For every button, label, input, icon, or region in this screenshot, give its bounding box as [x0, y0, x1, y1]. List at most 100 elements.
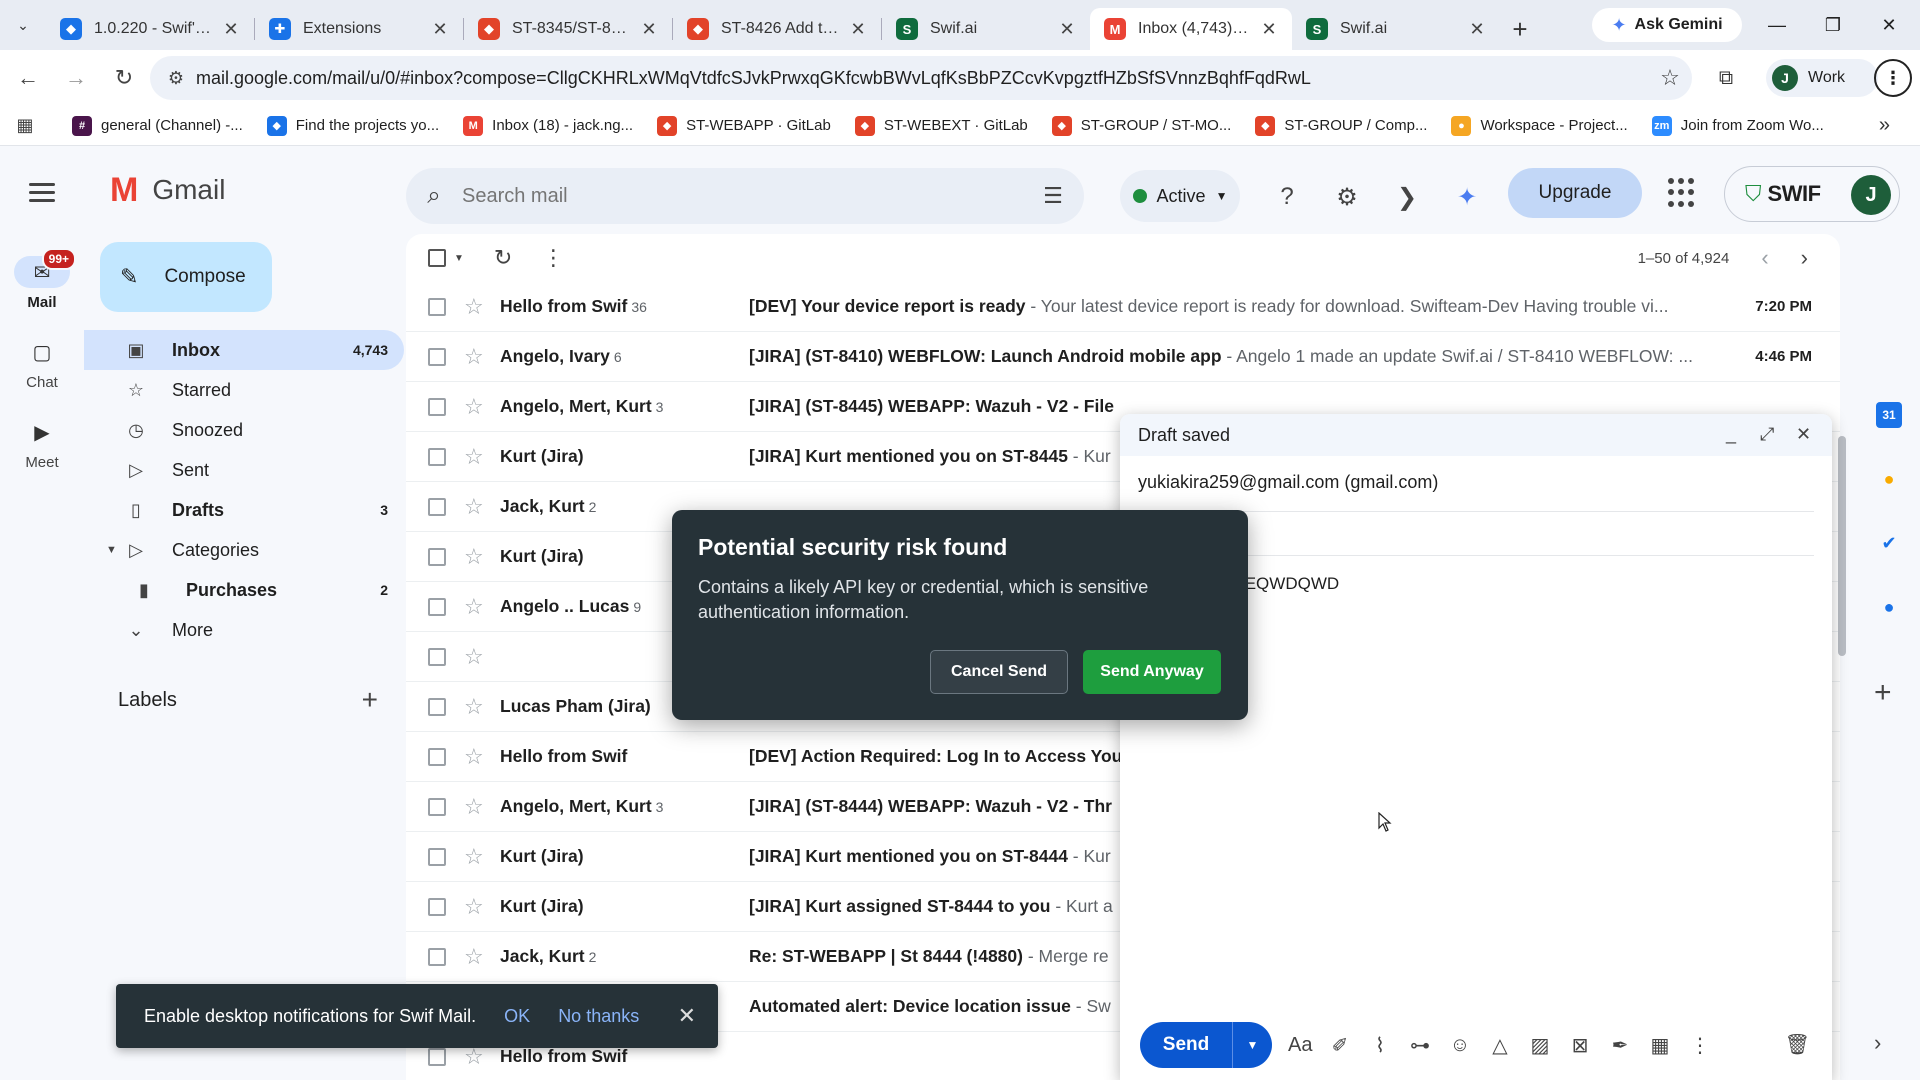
- chrome-menu-kebab-icon[interactable]: ⋮: [1874, 59, 1912, 97]
- bookmark-item[interactable]: ◆ ST-GROUP / Comp...: [1255, 115, 1427, 136]
- compose-to-field[interactable]: yukiakira259@gmail.com (gmail.com): [1138, 472, 1814, 512]
- cancel-send-button[interactable]: Cancel Send: [930, 650, 1068, 694]
- snackbar-ok-button[interactable]: OK: [504, 1006, 530, 1027]
- row-checkbox[interactable]: [428, 847, 446, 866]
- fullscreen-compose-icon[interactable]: ⤢: [1760, 424, 1774, 445]
- nav-item-categories[interactable]: ▼ ▷ Categories: [84, 530, 404, 570]
- keep-lightbulb-icon[interactable]: ●: [1876, 466, 1902, 492]
- star-outline-icon[interactable]: ☆: [464, 544, 488, 570]
- minimize-compose-icon[interactable]: _: [1726, 424, 1736, 445]
- star-outline-icon[interactable]: ☆: [464, 844, 488, 870]
- star-outline-icon[interactable]: ☆: [464, 594, 488, 620]
- more-options-kebab-icon[interactable]: ⋮: [542, 245, 564, 271]
- insert-link-icon[interactable]: ⊶: [1408, 1033, 1432, 1058]
- row-checkbox[interactable]: [428, 697, 446, 716]
- table-row[interactable]: ☆ Hello from Swif 36 [DEV] Your device repo…: [406, 282, 1840, 332]
- compose-button[interactable]: ✎ Compose: [100, 242, 272, 312]
- row-checkbox[interactable]: [428, 747, 446, 766]
- row-checkbox[interactable]: [428, 1047, 446, 1066]
- close-tab-icon[interactable]: ✕: [222, 19, 240, 40]
- bookmark-star-icon[interactable]: ☆: [1648, 65, 1692, 91]
- star-outline-icon[interactable]: ☆: [464, 794, 488, 820]
- upgrade-button[interactable]: Upgrade: [1508, 168, 1642, 218]
- nav-item-purchases[interactable]: ▮ Purchases 2: [84, 570, 404, 610]
- refresh-icon[interactable]: ↻: [494, 245, 512, 271]
- star-outline-icon[interactable]: ☆: [464, 644, 488, 670]
- nav-item-snoozed[interactable]: ◷ Snoozed: [84, 410, 404, 450]
- select-chevron-down-icon[interactable]: ▼: [454, 253, 464, 264]
- tasks-check-icon[interactable]: ✔: [1876, 530, 1902, 556]
- back-arrow-icon[interactable]: ←: [8, 58, 48, 98]
- hide-side-panel-chevron-icon[interactable]: ›: [1874, 1030, 1881, 1056]
- browser-tab[interactable]: ◆ ST-8345/ST-8427 ✕: [464, 8, 672, 50]
- schedule-calendar-icon[interactable]: ▦: [1648, 1033, 1672, 1058]
- rail-chat[interactable]: ▢ Chat: [0, 336, 84, 392]
- newer-chevron-left-icon[interactable]: ‹: [1761, 245, 1768, 271]
- get-addons-plus-icon[interactable]: +: [1874, 676, 1892, 710]
- nav-item-sent[interactable]: ▷ Sent: [84, 450, 404, 490]
- expand-caret-icon[interactable]: ▼: [106, 544, 117, 556]
- new-tab-plus-icon[interactable]: +: [1500, 8, 1540, 50]
- tab-search-chevron-icon[interactable]: ⌄: [0, 0, 46, 50]
- attach-paperclip-icon[interactable]: ⌇: [1368, 1033, 1392, 1058]
- star-outline-icon[interactable]: ☆: [464, 444, 488, 470]
- rail-mail[interactable]: ✉ 99+ Mail: [0, 248, 84, 311]
- star-outline-icon[interactable]: ☆: [464, 344, 488, 370]
- browser-tab[interactable]: ◆ 1.0.220 - Swif's Sp ✕: [46, 8, 254, 50]
- browser-tab[interactable]: S Swif.ai ✕: [1292, 8, 1500, 50]
- row-checkbox[interactable]: [428, 497, 446, 516]
- emoji-icon[interactable]: ☺: [1448, 1034, 1472, 1057]
- drive-icon[interactable]: △: [1488, 1033, 1512, 1058]
- mail-list-scrollbar[interactable]: [1838, 436, 1846, 656]
- row-checkbox[interactable]: [428, 547, 446, 566]
- more-bookmarks-chevron-icon[interactable]: »: [1879, 114, 1890, 137]
- search-options-icon[interactable]: ☰: [1022, 183, 1084, 209]
- site-info-icon[interactable]: ⚙: [156, 68, 196, 89]
- row-checkbox[interactable]: [428, 947, 446, 966]
- row-checkbox[interactable]: [428, 447, 446, 466]
- star-outline-icon[interactable]: ☆: [464, 394, 488, 420]
- gemini-star-icon[interactable]: ✦: [1450, 180, 1484, 214]
- browser-tab[interactable]: ◆ ST-8426 Add tear ✕: [673, 8, 881, 50]
- row-checkbox[interactable]: [428, 897, 446, 916]
- minimize-icon[interactable]: —: [1754, 8, 1800, 42]
- reload-icon[interactable]: ↻: [104, 58, 144, 98]
- profile-chip[interactable]: J Work: [1766, 59, 1878, 97]
- nav-item-inbox[interactable]: ▣ Inbox 4,743: [84, 330, 404, 370]
- ask-gemini-button[interactable]: ✦ Ask Gemini: [1592, 8, 1742, 42]
- bookmark-item[interactable]: zm Join from Zoom Wo...: [1651, 115, 1824, 136]
- row-checkbox[interactable]: [428, 397, 446, 416]
- browser-tab[interactable]: ✚ Extensions ✕: [255, 8, 463, 50]
- confidential-lock-icon[interactable]: ⊠: [1568, 1033, 1592, 1058]
- discard-trash-icon[interactable]: 🗑: [1785, 1032, 1810, 1057]
- support-help-icon[interactable]: ?: [1270, 180, 1304, 214]
- close-tab-icon[interactable]: ✕: [1260, 19, 1278, 40]
- star-outline-icon[interactable]: ☆: [464, 744, 488, 770]
- extensions-puzzle-icon[interactable]: ⧉: [1710, 62, 1742, 94]
- google-apps-grid-icon[interactable]: [1668, 178, 1698, 208]
- row-checkbox[interactable]: [428, 347, 446, 366]
- ai-write-pen-icon[interactable]: ✐: [1328, 1033, 1352, 1058]
- bookmark-item[interactable]: ◆ ST-GROUP / ST-MO...: [1051, 115, 1231, 136]
- browser-tab[interactable]: S Swif.ai ✕: [882, 8, 1090, 50]
- address-bar[interactable]: ⚙ mail.google.com/mail/u/0/#inbox?compos…: [150, 56, 1692, 100]
- account-brand-box[interactable]: ⛉ SWIF J: [1724, 166, 1900, 222]
- row-checkbox[interactable]: [428, 597, 446, 616]
- settings-gear-icon[interactable]: ⚙: [1330, 180, 1364, 214]
- nav-item-starred[interactable]: ☆ Starred: [84, 370, 404, 410]
- apps-grid-icon[interactable]: ▦: [0, 115, 50, 136]
- bookmark-item[interactable]: ◆ ST-WEBAPP · GitLab: [657, 115, 831, 136]
- gmail-logo[interactable]: M Gmail: [110, 170, 225, 210]
- account-avatar[interactable]: J: [1851, 175, 1891, 215]
- row-checkbox[interactable]: [428, 797, 446, 816]
- bookmark-item[interactable]: M Inbox (18) - jack.ng...: [463, 115, 633, 136]
- send-button[interactable]: Send: [1140, 1022, 1232, 1068]
- calendar-icon[interactable]: 31: [1876, 402, 1902, 428]
- snackbar-close-icon[interactable]: ✕: [678, 1003, 696, 1029]
- star-outline-icon[interactable]: ☆: [464, 294, 488, 320]
- bookmark-item[interactable]: ● Workspace - Project...: [1451, 115, 1628, 136]
- search-icon[interactable]: ⌕: [406, 182, 462, 210]
- close-tab-icon[interactable]: ✕: [640, 19, 658, 40]
- compose-header[interactable]: Draft saved _ ⤢ ✕: [1120, 414, 1832, 456]
- status-chip[interactable]: Active ▼: [1120, 170, 1240, 222]
